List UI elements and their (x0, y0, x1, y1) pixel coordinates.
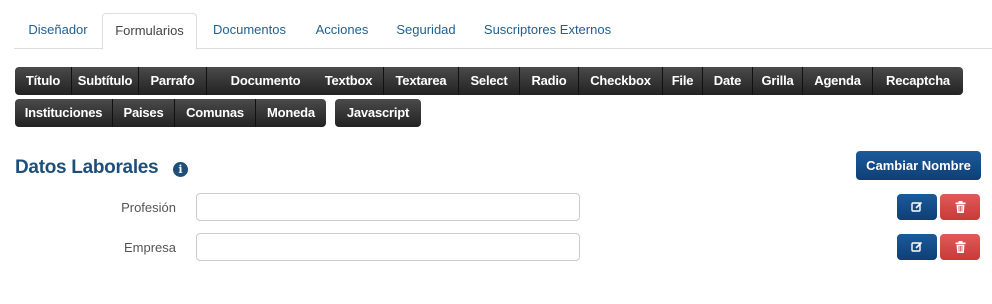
file-button[interactable]: File (663, 67, 703, 95)
parrafo-button[interactable]: Parrafo (139, 67, 207, 95)
textbox-button[interactable]: Textbox (314, 67, 384, 95)
toolbar-group-script: Javascript (335, 99, 421, 127)
paises-button[interactable]: Paises (113, 99, 175, 127)
edit-empresa-button[interactable] (897, 234, 937, 260)
delete-profesion-button[interactable] (940, 194, 980, 220)
subtitulo-button[interactable]: Subtítulo (72, 67, 139, 95)
empresa-label: Empresa (123, 240, 176, 255)
documento-button[interactable]: Documento (207, 67, 324, 95)
edit-profesion-button[interactable] (897, 194, 937, 220)
delete-empresa-button[interactable] (940, 234, 980, 260)
info-circle-icon[interactable]: i (173, 162, 188, 177)
toolbar-group-text: Título Subtítulo Parrafo Documento (15, 67, 324, 95)
tab-disenador[interactable]: Diseñador (14, 13, 102, 49)
tab-seguridad[interactable]: Seguridad (382, 13, 470, 49)
javascript-button[interactable]: Javascript (335, 99, 421, 127)
edit-icon (911, 241, 923, 252)
tab-suscriptores-externos[interactable]: Suscriptores Externos (470, 13, 625, 49)
form-tabs: Diseñador Formularios Documentos Accione… (14, 13, 992, 50)
select-button[interactable]: Select (459, 67, 520, 95)
tab-acciones[interactable]: Acciones (302, 13, 382, 49)
toolbar-group-inputs: Textbox Textarea Select Radio Checkbox F… (314, 67, 963, 95)
grilla-button[interactable]: Grilla (753, 67, 803, 95)
textarea-button[interactable]: Textarea (384, 67, 459, 95)
tab-formularios[interactable]: Formularios (102, 13, 197, 50)
edit-icon (911, 201, 923, 212)
toolbar-group-data: Instituciones Paises Comunas Moneda (15, 99, 326, 127)
checkbox-button[interactable]: Checkbox (579, 67, 663, 95)
profesion-field[interactable] (196, 193, 580, 221)
profesion-label: Profesión (121, 200, 176, 215)
date-button[interactable]: Date (703, 67, 753, 95)
section-title: Datos Laborales (15, 157, 159, 178)
cambiar-nombre-button[interactable]: Cambiar Nombre (856, 151, 981, 180)
recaptcha-button[interactable]: Recaptcha (873, 67, 963, 95)
radio-button[interactable]: Radio (520, 67, 579, 95)
moneda-button[interactable]: Moneda (256, 99, 326, 127)
trash-icon (955, 241, 965, 253)
titulo-button[interactable]: Título (15, 67, 72, 95)
empresa-field[interactable] (196, 233, 580, 261)
comunas-button[interactable]: Comunas (175, 99, 256, 127)
agenda-button[interactable]: Agenda (803, 67, 873, 95)
instituciones-button[interactable]: Instituciones (15, 99, 113, 127)
trash-icon (955, 201, 965, 213)
tab-documentos[interactable]: Documentos (197, 13, 302, 49)
